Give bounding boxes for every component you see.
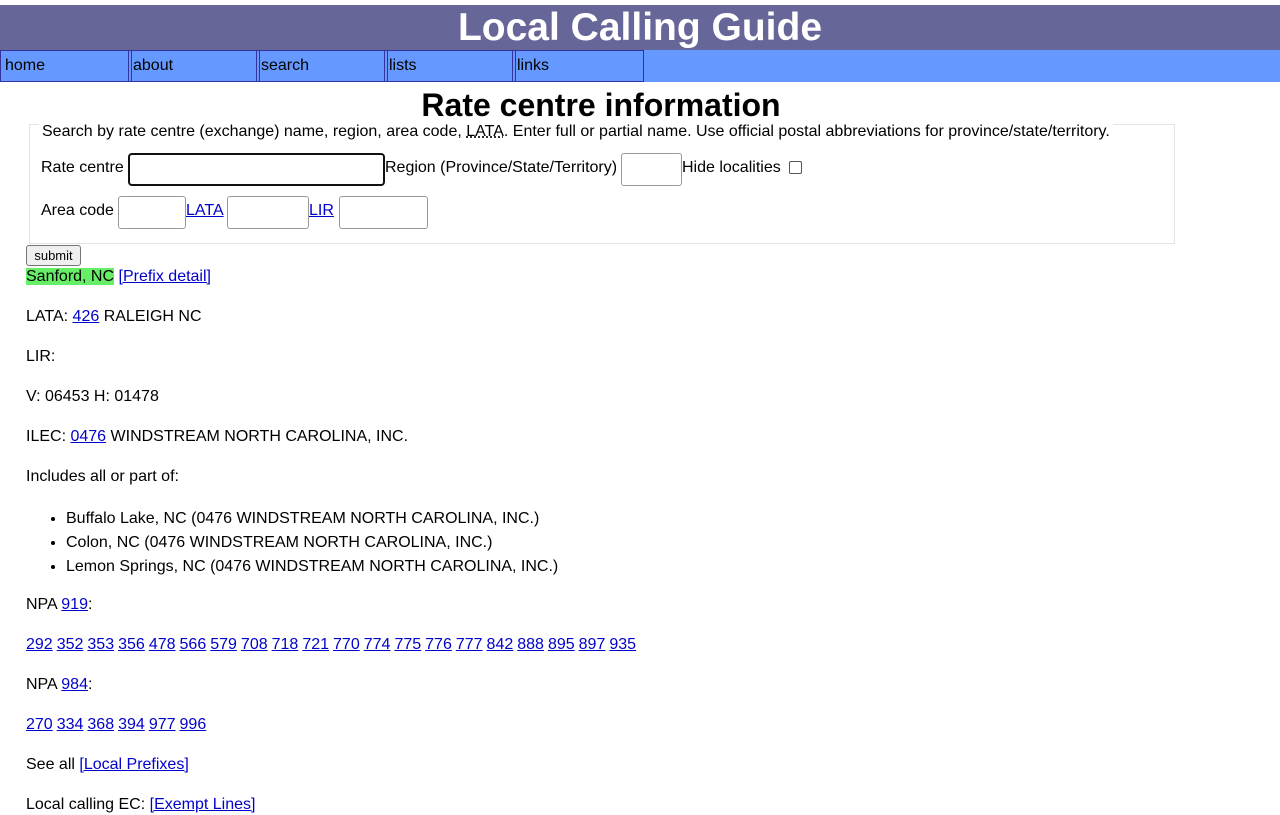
lata-link[interactable]: LATA xyxy=(186,201,224,221)
lata-line: LATA: 426 RALEIGH NC xyxy=(26,308,202,325)
prefix-link[interactable]: 977 xyxy=(149,716,176,733)
prefix-link[interactable]: 708 xyxy=(241,636,268,653)
prefix-link[interactable]: 334 xyxy=(57,716,84,733)
prefix-link[interactable]: 776 xyxy=(425,636,452,653)
prefix-link[interactable]: 774 xyxy=(364,636,391,653)
vh-coordinates: V: 06453 H: 01478 xyxy=(26,388,159,405)
submit-button[interactable]: submit xyxy=(26,245,81,266)
prefix-link[interactable]: 996 xyxy=(180,716,207,733)
lir-input[interactable] xyxy=(339,196,428,229)
prefix-link[interactable]: 394 xyxy=(118,716,145,733)
exempt-lines-link[interactable]: [Exempt Lines] xyxy=(150,796,256,813)
nav-home[interactable]: home xyxy=(0,50,132,82)
prefix-link[interactable]: 718 xyxy=(272,636,299,653)
lir-line: LIR: xyxy=(26,348,56,365)
nav-links[interactable]: links xyxy=(512,50,644,82)
prefix-link[interactable]: 842 xyxy=(487,636,514,653)
region-input[interactable] xyxy=(621,153,682,186)
prefix-link[interactable]: 721 xyxy=(302,636,329,653)
rate-centre-input[interactable] xyxy=(128,153,385,186)
prefix-link[interactable]: 935 xyxy=(609,636,636,653)
npa-919-link[interactable]: 919 xyxy=(61,596,88,613)
nav-search[interactable]: search xyxy=(256,50,388,82)
area-code-label: Area code xyxy=(41,202,114,219)
site-banner: Local Calling Guide xyxy=(0,5,1280,50)
prefix-link[interactable]: 478 xyxy=(149,636,176,653)
prefix-link[interactable]: 292 xyxy=(26,636,53,653)
nav-about[interactable]: about xyxy=(128,50,260,82)
npa-984-prefixes: 270 334 368 394 977 996 xyxy=(26,715,210,735)
prefix-link[interactable]: 770 xyxy=(333,636,360,653)
prefix-link[interactable]: 356 xyxy=(118,636,145,653)
lir-link[interactable]: LIR xyxy=(309,201,334,221)
npa-919-heading: NPA 919: xyxy=(26,596,93,613)
prefix-link[interactable]: 888 xyxy=(517,636,544,653)
nav-bar: home about search lists links xyxy=(0,50,1280,82)
cutoff-line: Local calling EC: [Exempt Lines] xyxy=(26,796,256,813)
npa-984-link[interactable]: 984 xyxy=(61,676,88,693)
prefix-link[interactable]: 353 xyxy=(87,636,114,653)
lata-input[interactable] xyxy=(227,196,309,229)
prefix-link[interactable]: 566 xyxy=(180,636,207,653)
npa-919-prefixes: 292 352 353 356 478 566 579 708 718 721 770 774 775 7… xyxy=(26,635,640,655)
hide-localities-checkbox[interactable] xyxy=(789,161,802,174)
prefix-link[interactable]: 897 xyxy=(579,636,606,653)
prefix-link[interactable]: 777 xyxy=(456,636,483,653)
prefix-detail-link[interactable]: [Prefix detail] xyxy=(119,268,211,285)
prefix-link[interactable]: 895 xyxy=(548,636,575,653)
nav-lists[interactable]: lists xyxy=(384,50,516,82)
ilec-code-link[interactable]: 0476 xyxy=(70,428,106,445)
rate-centre-result: Sanford, NC [Prefix detail] xyxy=(26,267,211,287)
includes-label: Includes all or part of: xyxy=(26,468,179,485)
includes-list: Buffalo Lake, NC (0476 WINDSTREAM NORTH … xyxy=(26,507,558,579)
list-item: Colon, NC (0476 WINDSTREAM NORTH CAROLIN… xyxy=(66,531,558,555)
rate-centre-name: Sanford, NC xyxy=(26,268,115,285)
ilec-line: ILEC: 0476 WINDSTREAM NORTH CAROLINA, IN… xyxy=(26,428,409,445)
area-code-input[interactable] xyxy=(118,196,186,229)
see-all-line: See all [Local Prefixes] xyxy=(26,756,189,773)
prefix-link[interactable]: 352 xyxy=(57,636,84,653)
site-title: Local Calling Guide xyxy=(457,6,823,49)
prefix-link[interactable]: 579 xyxy=(210,636,237,653)
search-legend: Search by rate centre (exchange) name, r… xyxy=(39,123,1113,141)
npa-984-heading: NPA 984: xyxy=(26,676,93,693)
rate-centre-label: Rate centre xyxy=(41,159,124,176)
prefix-link[interactable]: 368 xyxy=(87,716,114,733)
lata-code-link[interactable]: 426 xyxy=(73,308,100,325)
list-item: Lemon Springs, NC (0476 WINDSTREAM NORTH… xyxy=(66,555,558,579)
hide-localities-label: Hide localities xyxy=(682,159,781,176)
prefix-link[interactable]: 775 xyxy=(394,636,421,653)
lata-abbr: LATA xyxy=(466,123,504,140)
local-prefixes-link[interactable]: [Local Prefixes] xyxy=(79,756,188,773)
page-title: Rate centre information xyxy=(421,87,781,123)
list-item: Buffalo Lake, NC (0476 WINDSTREAM NORTH … xyxy=(66,507,558,531)
prefix-link[interactable]: 270 xyxy=(26,716,53,733)
region-label: Region (Province/State/Territory) xyxy=(385,159,618,176)
